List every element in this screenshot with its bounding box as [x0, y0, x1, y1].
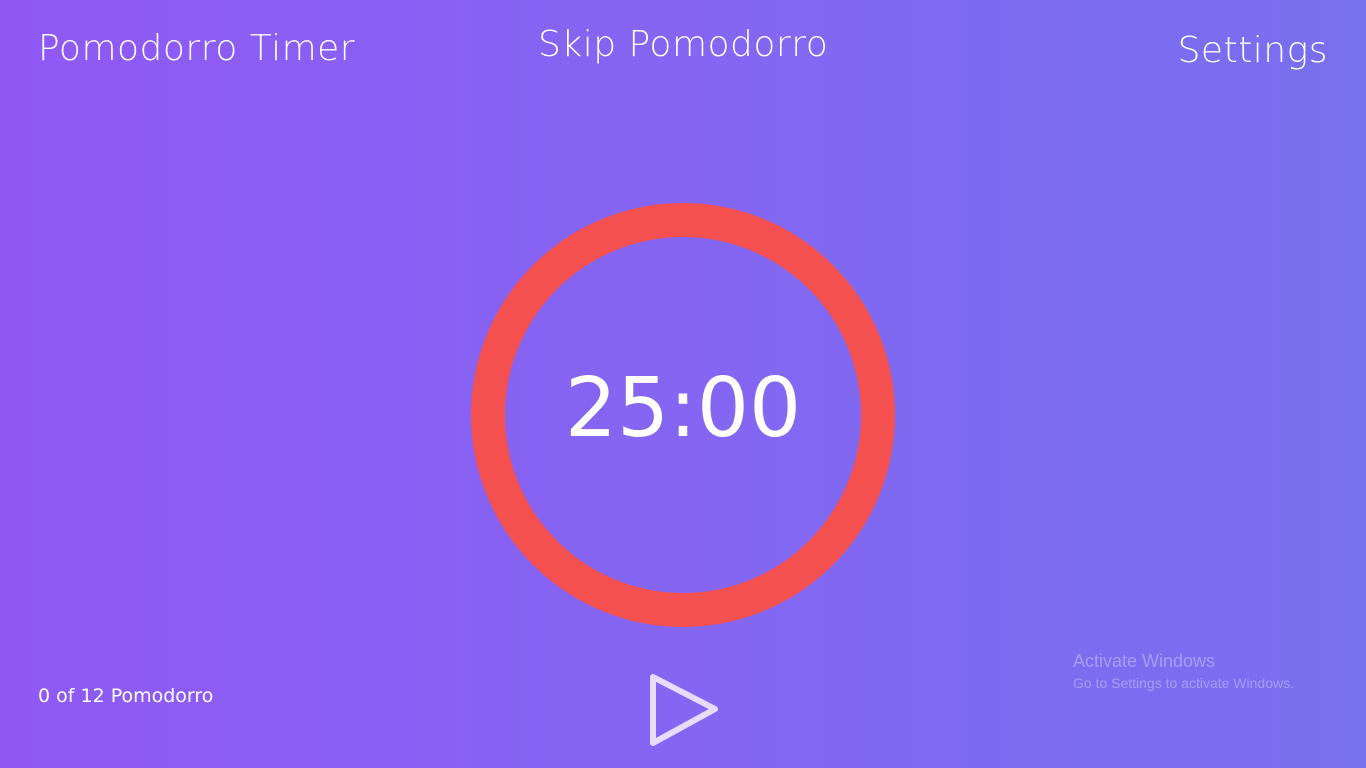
pomodoro-counter: 0 of 12 Pomodorro: [38, 685, 214, 707]
play-button[interactable]: [646, 670, 722, 750]
app-title: Pomodorro Timer: [38, 28, 356, 69]
watermark-title: Activate Windows: [1073, 651, 1216, 671]
settings-button[interactable]: Settings: [1178, 30, 1328, 71]
skip-pomodoro-button[interactable]: Skip Pomodorro: [538, 24, 828, 65]
play-icon: [650, 674, 718, 746]
watermark-subtitle: Go to Settings to activate Windows.: [1073, 675, 1294, 691]
timer-display: 25:00: [564, 360, 802, 456]
windows-activation-watermark: Activate Windows Go to Settings to activ…: [1073, 651, 1294, 691]
